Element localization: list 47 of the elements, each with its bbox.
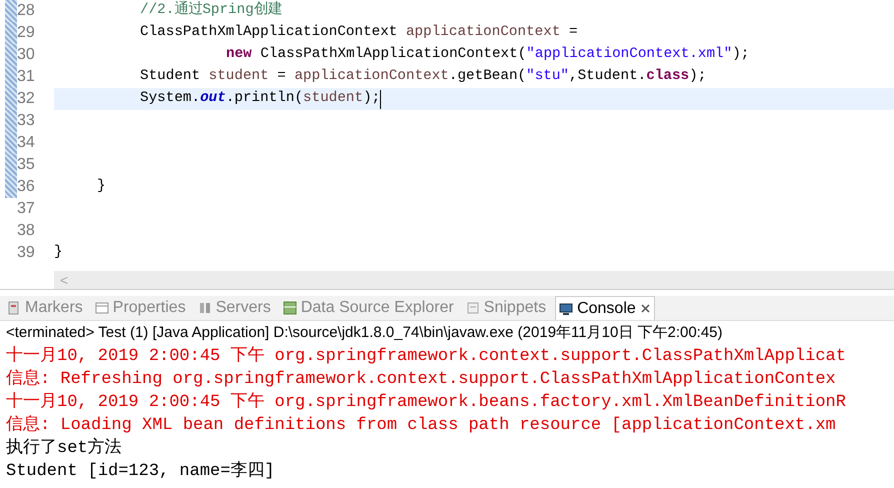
line-number: 29: [17, 23, 36, 43]
scroll-left-button[interactable]: <: [54, 270, 74, 290]
line-number: 38: [17, 221, 36, 241]
code-line: //2.通过Spring创建: [139, 0, 283, 20]
close-icon[interactable]: [640, 303, 651, 314]
line-number: 36: [17, 177, 36, 197]
horizontal-scrollbar[interactable]: <: [54, 271, 894, 289]
console-status: <terminated> Test (1) [Java Application] D:\source\jdk1.8.0_74\bin\javaw.exe (2019年11月10日 下午2:00:45): [5, 322, 724, 343]
line-number: 37: [17, 199, 36, 219]
console-line: 执行了set方法: [6, 437, 122, 460]
line-number: 30: [17, 45, 36, 65]
server-icon: [198, 301, 212, 315]
line-number: 39: [17, 243, 36, 263]
monitor-icon: [559, 302, 574, 316]
panel-tab[interactable]: Markers: [4, 296, 86, 320]
panel-tab[interactable]: Servers: [194, 296, 274, 320]
line-number: 31: [17, 67, 36, 87]
console-line: 十一月10, 2019 2:00:45 下午 org.springframework.context.support.ClassPathXmlApplicat: [6, 345, 846, 368]
database-icon: [282, 301, 297, 315]
snippet-icon: [466, 301, 480, 315]
code-line: new ClassPathXmlApplicationContext("applicationContext.xml");: [225, 45, 750, 64]
code-line: ClassPathXmlApplicationContext applicationContext =: [139, 23, 579, 42]
tab-label: Data Source Explorer: [300, 298, 454, 318]
panel-tab[interactable]: Snippets: [462, 296, 550, 320]
tab-label: Properties: [112, 298, 186, 318]
tab-label: Console: [577, 298, 636, 318]
tab-label: Snippets: [484, 298, 546, 318]
line-number: 28: [17, 1, 36, 21]
panel-tab[interactable]: Data Source Explorer: [280, 296, 457, 320]
console-line: 信息: Refreshing org.springframework.context.support.ClassPathXmlApplicationContex: [6, 368, 836, 391]
code-line: Student student = applicationContext.getBean("stu",Student.class);: [139, 67, 708, 86]
line-number: 34: [17, 133, 36, 153]
line-number: 33: [17, 111, 36, 131]
table-icon: [94, 301, 109, 315]
tab-label: Servers: [216, 298, 271, 318]
line-number: 35: [17, 155, 36, 175]
marker-icon: [7, 301, 21, 315]
console-line: 十一月10, 2019 2:00:45 下午 org.springframework.beans.factory.xml.XmlBeanDefinitionR: [6, 391, 846, 414]
panel-tab[interactable]: Properties: [92, 296, 189, 320]
panel-tab[interactable]: Console: [555, 296, 655, 320]
code-line: }: [54, 243, 64, 262]
console-line: 信息: Loading XML bean definitions from class path resource [applicationContext.xm: [6, 414, 836, 437]
code-line: }: [96, 177, 107, 196]
console-line: Student [id=123, name=李四]: [6, 460, 275, 483]
line-number: 32: [17, 89, 36, 109]
tab-label: Markers: [25, 298, 83, 318]
text-cursor: [380, 90, 382, 108]
